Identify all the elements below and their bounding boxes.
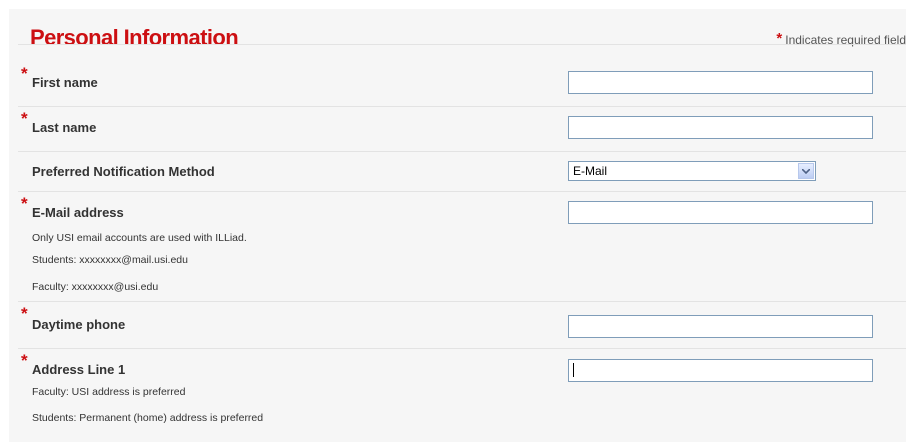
form-panel: Personal Information * Indicates required… bbox=[9, 9, 906, 442]
divider bbox=[18, 301, 906, 302]
required-star-icon: * bbox=[21, 194, 28, 213]
dropdown-arrow-button[interactable] bbox=[798, 163, 814, 179]
required-star-icon: * bbox=[21, 304, 28, 323]
divider bbox=[18, 106, 906, 107]
first-name-input[interactable] bbox=[568, 71, 873, 94]
page-title: Personal Information bbox=[30, 25, 239, 50]
divider bbox=[18, 348, 906, 349]
email-input[interactable] bbox=[568, 201, 873, 224]
required-star-icon: * bbox=[21, 64, 28, 83]
phone-label: Daytime phone bbox=[32, 317, 126, 332]
email-note: Students: xxxxxxxx@mail.usi.edu bbox=[32, 254, 188, 266]
address-note: Faculty: USI address is preferred bbox=[32, 386, 186, 398]
required-star-icon: * bbox=[21, 109, 28, 128]
email-note: Only USI email accounts are used with IL… bbox=[32, 232, 247, 244]
phone-input[interactable] bbox=[568, 315, 873, 338]
email-label: E-Mail address bbox=[32, 205, 124, 220]
address-note: Students: Permanent (home) address is pr… bbox=[32, 412, 264, 424]
divider bbox=[18, 44, 906, 45]
last-name-input[interactable] bbox=[568, 116, 873, 139]
required-field-note: * Indicates required field bbox=[776, 30, 906, 48]
notification-method-value: E-Mail bbox=[573, 164, 608, 178]
address-line-1-input[interactable] bbox=[568, 359, 873, 382]
address-line-1-label: Address Line 1 bbox=[32, 362, 126, 377]
divider bbox=[18, 191, 906, 192]
notification-method-select[interactable]: E-Mail bbox=[568, 161, 816, 181]
email-note: Faculty: xxxxxxxx@usi.edu bbox=[32, 281, 159, 293]
last-name-label: Last name bbox=[32, 120, 97, 135]
first-name-label: First name bbox=[32, 75, 98, 90]
required-star-icon: * bbox=[21, 351, 28, 370]
text-cursor bbox=[573, 363, 574, 377]
notification-method-label: Preferred Notification Method bbox=[32, 164, 215, 179]
divider bbox=[18, 151, 906, 152]
chevron-down-icon bbox=[802, 169, 810, 174]
